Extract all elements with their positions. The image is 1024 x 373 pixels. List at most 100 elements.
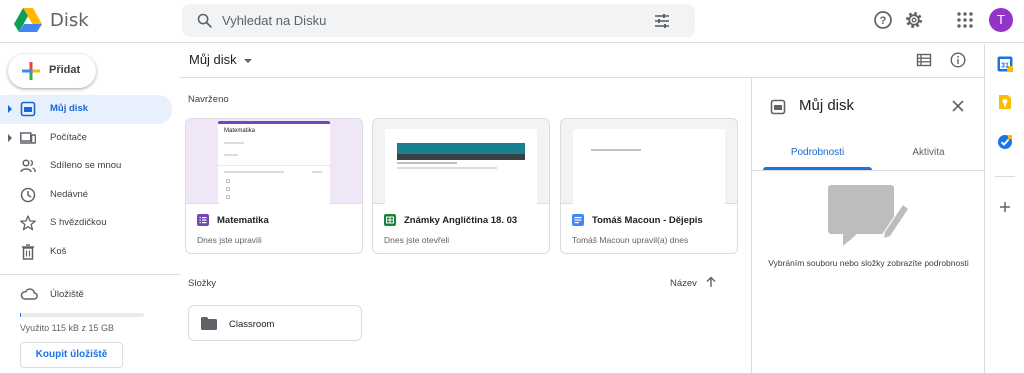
file-thumbnail xyxy=(561,119,737,204)
sheet-preview-header xyxy=(397,143,525,154)
side-apps-rail: 31 xyxy=(984,44,1024,373)
new-button[interactable]: Přidat xyxy=(8,54,96,88)
sidebar-item-shared[interactable]: Sdíleno se mnou xyxy=(0,152,172,181)
form-preview-line xyxy=(224,154,238,156)
info-icon[interactable] xyxy=(950,52,966,68)
my-drive-icon xyxy=(20,101,36,117)
settings-gear-icon[interactable] xyxy=(904,10,924,30)
app-name[interactable]: Disk xyxy=(50,10,89,31)
new-button-label: Přidat xyxy=(49,64,81,76)
form-preview-line xyxy=(224,142,244,144)
form-preview-question xyxy=(218,166,330,204)
form-preview-title: Matematika xyxy=(224,128,256,134)
sidebar-item-trash[interactable]: Koš xyxy=(0,238,172,267)
sheets-file-icon xyxy=(384,214,396,226)
clock-icon xyxy=(20,187,36,202)
calendar-icon[interactable]: 31 xyxy=(997,56,1013,72)
tab-activity[interactable]: Aktivita xyxy=(874,147,983,158)
expand-caret-icon[interactable] xyxy=(8,105,12,113)
folders-heading: Složky xyxy=(188,278,216,289)
storage-label[interactable]: Úložiště xyxy=(50,289,84,300)
checkbox-preview xyxy=(226,187,230,191)
storage-usage-fill xyxy=(20,313,22,317)
checkbox-preview xyxy=(226,179,230,183)
suggested-heading: Navrženo xyxy=(188,94,229,105)
search-options-icon[interactable] xyxy=(654,13,670,29)
suggested-file-card[interactable]: Známky Angličtina 18. 03 Dnes jste otevř… xyxy=(372,118,550,254)
top-bar: Disk ? T xyxy=(0,0,1024,43)
page-title[interactable]: Můj disk xyxy=(189,52,237,67)
sidebar-divider xyxy=(0,274,180,275)
suggested-file-card[interactable]: Matematika Matematika Dnes jste upravili xyxy=(185,118,363,254)
file-name: Známky Angličtina 18. 03 xyxy=(404,215,518,226)
main-content: Můj disk Navrženo Matematika Matematika … xyxy=(180,44,985,373)
sidebar-item-label: Koš xyxy=(50,245,67,257)
svg-text:31: 31 xyxy=(1001,63,1009,70)
add-addon-icon[interactable] xyxy=(997,199,1013,215)
forms-file-icon xyxy=(197,214,209,226)
sidebar-item-starred[interactable]: S hvězdičkou xyxy=(0,209,172,238)
sidebar-item-computers[interactable]: Počítače xyxy=(0,124,172,153)
doc-preview-line xyxy=(591,149,641,151)
tab-details[interactable]: Podrobnosti xyxy=(763,147,872,158)
form-preview-line xyxy=(224,171,284,173)
sheet-preview xyxy=(385,129,537,204)
expand-caret-icon[interactable] xyxy=(8,133,12,142)
star-icon xyxy=(20,215,36,231)
drive-logo-icon[interactable] xyxy=(14,7,42,33)
folder-item[interactable]: Classroom xyxy=(188,305,362,341)
chevron-down-icon[interactable] xyxy=(244,59,252,63)
details-title: Můj disk xyxy=(799,97,855,114)
search-icon[interactable] xyxy=(196,12,213,29)
sidebar-nav: Můj disk Počítače Sdíleno se mnou Nedávn… xyxy=(0,95,172,266)
docs-file-icon xyxy=(572,214,584,226)
file-activity: Dnes jste upravili xyxy=(197,235,262,245)
sidebar-item-label: Nedávné xyxy=(50,188,89,200)
cloud-icon xyxy=(20,288,38,300)
shared-icon xyxy=(20,159,36,173)
sheet-preview-line xyxy=(397,167,497,169)
folder-name: Classroom xyxy=(229,319,275,330)
details-hint: Vybráním souboru nebo složky zobrazíte p… xyxy=(768,258,969,268)
help-icon[interactable]: ? xyxy=(873,10,893,30)
apps-grid-icon[interactable] xyxy=(955,10,975,30)
folder-icon xyxy=(201,317,217,330)
form-preview-header: Matematika xyxy=(218,121,330,165)
sidebar-item-label: Sdíleno se mnou xyxy=(50,160,122,171)
search-input[interactable] xyxy=(222,8,642,33)
details-illustration xyxy=(828,185,910,246)
file-activity: Dnes jste otevřeli xyxy=(384,235,450,245)
suggested-file-card[interactable]: Tomáš Macoun - Dějepis Tomáš Macoun upra… xyxy=(560,118,738,254)
file-name: Tomáš Macoun - Dějepis xyxy=(592,215,703,226)
search-bar[interactable] xyxy=(182,4,695,37)
trash-icon xyxy=(22,243,34,260)
sheet-preview-line xyxy=(397,162,457,164)
sort-by-label[interactable]: Název xyxy=(670,278,697,289)
my-drive-icon xyxy=(770,99,786,115)
arrow-up-icon[interactable] xyxy=(705,276,717,288)
list-view-icon[interactable] xyxy=(916,52,932,68)
sidebar-item-label: Počítače xyxy=(50,131,87,143)
computers-icon xyxy=(20,131,36,144)
svg-text:?: ? xyxy=(880,15,887,27)
file-activity: Tomáš Macoun upravil(a) dnes xyxy=(572,235,689,245)
sidebar-item-recent[interactable]: Nedávné xyxy=(0,181,172,210)
form-preview-line xyxy=(312,171,322,173)
sidebar-item-my-drive[interactable]: Můj disk xyxy=(0,95,172,124)
keep-icon[interactable] xyxy=(997,94,1013,110)
sidebar-item-label: Můj disk xyxy=(50,103,89,114)
file-thumbnail xyxy=(373,119,549,204)
main-header: Můj disk xyxy=(180,44,985,78)
details-panel: Můj disk Podrobnosti Aktivita Vybráním s… xyxy=(751,78,985,373)
plus-icon xyxy=(22,62,40,80)
doc-preview xyxy=(573,129,725,204)
sidebar: Přidat Můj disk Počítače Sdíleno se mnou… xyxy=(0,44,180,373)
file-name: Matematika xyxy=(217,215,269,226)
account-avatar[interactable]: T xyxy=(989,8,1013,32)
buy-storage-button[interactable]: Koupit úložiště xyxy=(20,342,123,368)
close-icon[interactable] xyxy=(952,100,964,112)
storage-usage-text: Využito 115 kB z 15 GB xyxy=(20,323,115,333)
sheet-preview-row xyxy=(397,154,525,160)
tasks-icon[interactable] xyxy=(997,134,1013,150)
tabs-divider xyxy=(752,170,985,171)
